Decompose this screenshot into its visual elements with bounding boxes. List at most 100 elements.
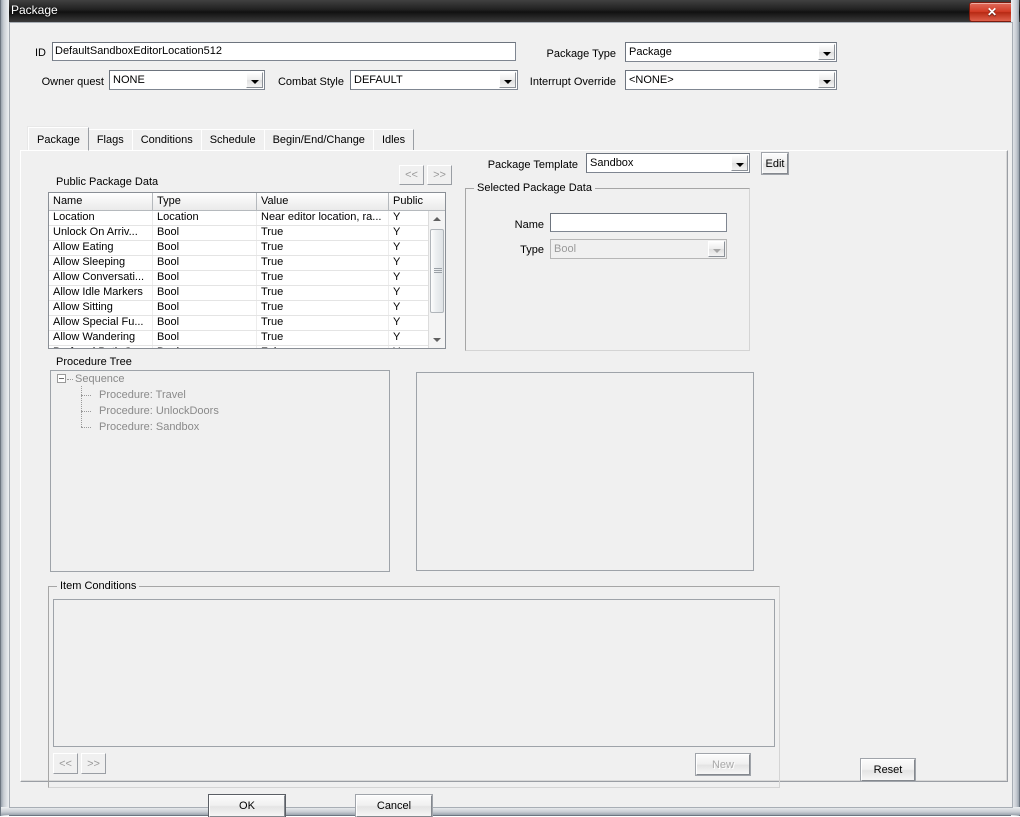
scroll-down-icon[interactable]	[429, 332, 445, 348]
cell-name: Allow Conversati...	[49, 271, 153, 285]
grid-column-header-type[interactable]: Type	[153, 193, 257, 211]
cell-public: Y	[393, 271, 401, 283]
procedure-detail-panel[interactable]	[416, 372, 754, 571]
cell-type: Bool	[153, 226, 257, 240]
cell-public: Y	[393, 286, 401, 298]
cell-name: Allow Idle Markers	[49, 286, 153, 300]
grid-body[interactable]: Location Location Near editor location, ra…	[49, 211, 428, 348]
cell-type: Bool	[153, 286, 257, 300]
cell-value: True	[257, 331, 389, 345]
tree-connector	[67, 379, 73, 380]
table-row[interactable]: Allow Sitting Bool True Y	[49, 301, 428, 316]
cell-value: True	[257, 286, 389, 300]
dialog-client-area: ID DefaultSandboxEditorLocation512 Packa…	[9, 22, 1013, 817]
tab-begin-end-change[interactable]: Begin/End/Change	[263, 129, 374, 150]
interrupt-override-combo[interactable]: <NONE>	[625, 70, 837, 90]
table-row[interactable]: Allow Special Fu... Bool True Y	[49, 316, 428, 331]
selected-package-data-title: Selected Package Data	[474, 182, 595, 194]
table-row[interactable]: Allow Wandering Bool True Y	[49, 331, 428, 346]
ppd-prev-label: <<	[405, 169, 418, 181]
cell-name: Prefered Path O...	[49, 346, 153, 348]
tree-node-procedure[interactable]: Procedure: Travel	[51, 386, 389, 403]
table-row[interactable]: Allow Eating Bool True Y	[49, 241, 428, 256]
cell-public: Y	[393, 316, 401, 328]
item-conditions-next-button[interactable]: >>	[81, 753, 106, 774]
package-type-label: Package Type	[546, 48, 616, 60]
package-template-combo[interactable]: Sandbox	[586, 153, 750, 173]
grid-column-header-name[interactable]: Name	[49, 193, 153, 211]
cell-public: Y	[393, 331, 401, 343]
table-row[interactable]: Allow Sleeping Bool True Y	[49, 256, 428, 271]
tab-label: Package	[37, 134, 80, 146]
grid-vertical-scrollbar[interactable]	[428, 211, 445, 348]
tree-node-root[interactable]: Sequence	[51, 371, 389, 387]
chevron-down-icon[interactable]	[818, 72, 835, 88]
tab-schedule[interactable]: Schedule	[200, 129, 265, 150]
table-row[interactable]: Allow Idle Markers Bool True Y	[49, 286, 428, 301]
tree-node-procedure[interactable]: Procedure: UnlockDoors	[51, 402, 389, 419]
cancel-button[interactable]: Cancel	[356, 795, 432, 817]
reset-button[interactable]: Reset	[861, 759, 915, 781]
ok-label: OK	[239, 800, 255, 812]
grid-column-header-value[interactable]: Value	[257, 193, 389, 211]
cell-public: Y	[393, 226, 401, 238]
ppd-prev-button[interactable]: <<	[399, 165, 424, 185]
grid-header-row: Name Type Value Public	[49, 193, 445, 211]
item-conditions-prev-button[interactable]: <<	[53, 753, 78, 774]
cell-value: Near editor location, ra...	[257, 211, 389, 225]
cell-value: False	[257, 346, 389, 348]
cell-public: Y	[393, 241, 401, 253]
cell-public: Y	[393, 211, 401, 223]
window-frame-bottom	[1, 807, 1020, 815]
package-type-combo[interactable]: Package	[625, 42, 837, 62]
scrollbar-thumb[interactable]	[430, 229, 444, 313]
item-conditions-next-label: >>	[87, 758, 100, 770]
item-conditions-list[interactable]	[53, 599, 775, 747]
procedure-tree-view[interactable]: Sequence Procedure: Travel Procedure: Unlo…	[50, 370, 390, 572]
chevron-down-icon[interactable]	[731, 155, 748, 171]
owner-quest-label: Owner quest	[41, 76, 104, 88]
selected-name-input[interactable]	[550, 213, 727, 232]
owner-quest-combo[interactable]: NONE	[109, 70, 265, 90]
cell-type: Bool	[153, 331, 257, 345]
cell-type: Bool	[153, 301, 257, 315]
tab-flags[interactable]: Flags	[87, 129, 133, 150]
ok-button[interactable]: OK	[209, 795, 285, 817]
close-window-button[interactable]: ✕	[969, 2, 1015, 22]
tab-idles[interactable]: Idles	[372, 129, 415, 150]
tab-label: Conditions	[140, 134, 193, 146]
interrupt-override-value: <NONE>	[629, 74, 674, 86]
table-row[interactable]: Allow Conversati... Bool True Y	[49, 271, 428, 286]
reset-label: Reset	[873, 764, 903, 776]
tree-node-label: Sequence	[75, 373, 125, 385]
close-icon: ✕	[986, 5, 998, 19]
tab-label: Idles	[381, 134, 406, 146]
selected-type-combo[interactable]: Bool	[550, 239, 727, 259]
cell-type: Bool	[153, 271, 257, 285]
tab-conditions[interactable]: Conditions	[131, 129, 202, 150]
title-bar-sheen	[1, 0, 1020, 11]
scroll-up-icon[interactable]	[429, 211, 445, 227]
item-conditions-prev-label: <<	[59, 758, 72, 770]
collapse-icon[interactable]	[57, 374, 66, 383]
selected-type-label: Type	[520, 244, 544, 256]
tree-node-procedure[interactable]: Procedure: Sandbox	[51, 418, 389, 435]
chevron-down-icon[interactable]	[818, 44, 835, 60]
chevron-down-icon[interactable]	[246, 72, 263, 88]
edit-template-button[interactable]: Edit	[762, 153, 788, 174]
combat-style-combo[interactable]: DEFAULT	[350, 70, 518, 90]
id-input[interactable]: DefaultSandboxEditorLocation512	[52, 42, 516, 61]
ppd-next-button[interactable]: >>	[427, 165, 452, 185]
selected-name-label: Name	[514, 219, 544, 231]
public-package-data-grid[interactable]: Name Type Value Public Location Location Near…	[48, 192, 446, 349]
cell-value: True	[257, 256, 389, 270]
new-condition-button[interactable]: New	[696, 754, 750, 775]
tree-connector	[81, 418, 82, 427]
grid-column-header-public[interactable]: Public	[389, 193, 445, 211]
table-row[interactable]: Prefered Path O...BoolFalseY	[49, 346, 428, 348]
table-row[interactable]: Location Location Near editor location, ra…	[49, 211, 428, 226]
title-bar[interactable]: Package ✕	[1, 0, 1020, 22]
window-title: Package	[11, 3, 58, 17]
table-row[interactable]: Unlock On Arriv... Bool True Y	[49, 226, 428, 241]
tab-package[interactable]: Package	[28, 127, 89, 151]
